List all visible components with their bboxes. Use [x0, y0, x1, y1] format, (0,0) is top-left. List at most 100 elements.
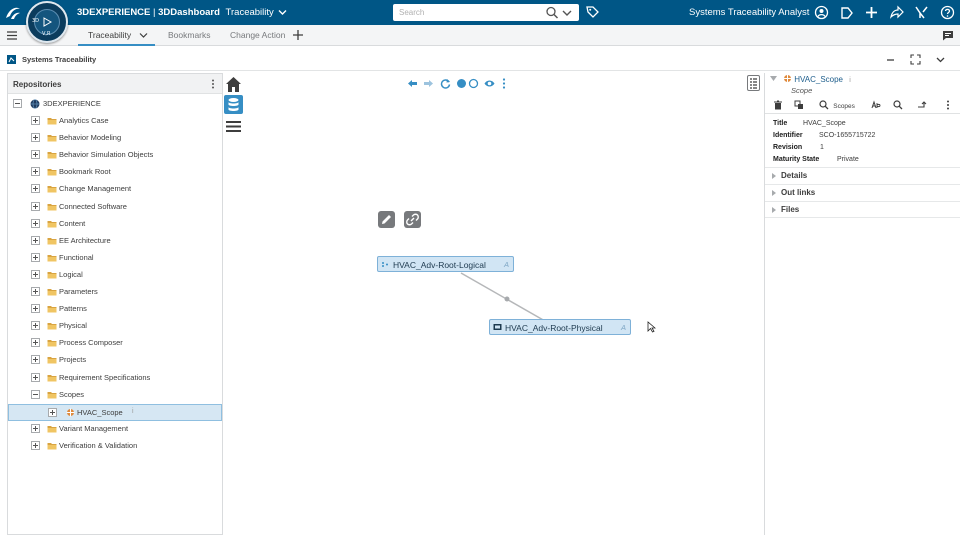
tree-item[interactable]: Process Composer — [8, 335, 222, 351]
tree-item[interactable]: Content — [8, 216, 222, 232]
add-tab-icon[interactable] — [292, 29, 304, 41]
expand-icon[interactable] — [31, 373, 40, 382]
expand-icon[interactable] — [31, 287, 40, 296]
attribute-value[interactable]: Private — [837, 156, 859, 163]
attribute-label: Identifier — [773, 132, 803, 139]
tree-item[interactable]: Bookmark Root — [8, 164, 222, 180]
expand-icon[interactable] — [31, 150, 40, 159]
help-icon[interactable] — [940, 5, 955, 20]
tree-root-3dexperience[interactable]: 3DEXPERIENCE — [8, 96, 222, 112]
graph-canvas[interactable]: HVAC_Adv-Root-Logical A HVAC_Adv-Root-Ph… — [243, 73, 763, 535]
expand-icon[interactable] — [31, 441, 40, 450]
graph-edges — [460, 272, 546, 322]
expand-icon[interactable] — [31, 321, 40, 330]
compass-icon[interactable]: 3D V,R — [26, 1, 68, 43]
widget-menu-chevron-icon[interactable] — [935, 54, 946, 65]
search-icon[interactable] — [545, 6, 559, 19]
tree-item[interactable]: Change Management — [8, 181, 222, 197]
expand-icon[interactable] — [31, 202, 40, 211]
more-vertical-icon[interactable] — [946, 100, 950, 110]
tree-item[interactable]: Connected Software — [8, 199, 222, 215]
home-button[interactable] — [224, 75, 243, 94]
list-view-button[interactable] — [224, 117, 243, 136]
more-vertical-icon[interactable] — [211, 79, 215, 89]
chat-icon[interactable] — [942, 30, 954, 41]
collapse-triangle-icon[interactable] — [770, 76, 777, 82]
expand-icon[interactable] — [31, 355, 40, 364]
tab-change-action[interactable]: Change Action — [230, 30, 285, 40]
database-button[interactable] — [224, 95, 243, 114]
dassault-logo-icon[interactable] — [3, 4, 23, 22]
share-tag-icon[interactable] — [839, 5, 854, 20]
search-input[interactable] — [399, 7, 539, 18]
chevron-down-icon[interactable] — [278, 9, 287, 16]
tree-item[interactable]: Analytics Case — [8, 113, 222, 129]
graph-node-physical[interactable]: HVAC_Adv-Root-Physical A — [489, 319, 631, 335]
user-role-label[interactable]: Systems Traceability Analyst — [689, 7, 809, 18]
folder-icon — [47, 373, 57, 382]
tag-icon[interactable] — [585, 5, 600, 20]
tree-item[interactable]: Requirement Specifications — [8, 370, 222, 386]
object-title[interactable]: HVAC_Scope i — [783, 74, 851, 84]
expand-icon[interactable] — [31, 133, 40, 142]
tree-item[interactable]: Projects — [8, 352, 222, 368]
copy-icon[interactable] — [794, 100, 804, 110]
expand-icon[interactable] — [31, 116, 40, 125]
properties-toggle-button[interactable] — [747, 75, 760, 91]
info-icon[interactable]: i — [132, 408, 134, 415]
graph-node-logical[interactable]: HVAC_Adv-Root-Logical A — [377, 256, 514, 272]
scopes-button[interactable]: Scopes — [819, 100, 855, 110]
expand-icon[interactable] — [48, 408, 57, 417]
apps-compass-icon[interactable] — [914, 5, 929, 20]
edge-handle[interactable] — [504, 296, 510, 302]
expand-icon[interactable] — [31, 219, 40, 228]
section-details[interactable]: Details — [765, 167, 960, 184]
tree-item[interactable]: Logical — [8, 267, 222, 283]
share-icon[interactable] — [889, 5, 904, 20]
attribute-value[interactable]: 1 — [820, 144, 824, 151]
section-out-links[interactable]: Out links — [765, 184, 960, 201]
collapse-icon[interactable] — [13, 99, 22, 108]
tab-traceability[interactable]: Traceability — [88, 30, 148, 40]
graph-edge[interactable] — [460, 272, 546, 322]
search-icon[interactable] — [893, 100, 903, 110]
maximize-icon[interactable] — [910, 54, 921, 65]
tree-item[interactable]: Functional — [8, 250, 222, 266]
tree-item[interactable]: EE Architecture — [8, 233, 222, 249]
app-title[interactable]: 3DEXPERIENCE | 3DDashboard Traceability — [77, 7, 287, 18]
trash-icon[interactable] — [773, 100, 783, 110]
expand-icon[interactable] — [31, 338, 40, 347]
repositories-title: Repositories — [13, 80, 62, 89]
expand-icon[interactable] — [31, 253, 40, 262]
tree-item[interactable]: Verification & Validation — [8, 438, 222, 454]
object-info-icon[interactable]: i — [849, 77, 851, 84]
section-files[interactable]: Files — [765, 201, 960, 218]
tree-item[interactable]: Behavior Modeling — [8, 130, 222, 146]
tree-item[interactable]: Parameters — [8, 284, 222, 300]
expand-icon[interactable] — [31, 236, 40, 245]
expand-icon[interactable] — [31, 304, 40, 313]
expand-icon[interactable] — [31, 424, 40, 433]
search-options-chevron-icon[interactable] — [561, 8, 573, 18]
attribute-value[interactable]: HVAC_Scope — [803, 120, 846, 127]
abc-rename-icon[interactable] — [871, 100, 881, 110]
tree-item[interactable]: Physical — [8, 318, 222, 334]
expand-icon[interactable] — [31, 167, 40, 176]
chevron-down-icon[interactable] — [139, 32, 148, 39]
expand-icon[interactable] — [31, 184, 40, 193]
tree-item[interactable]: Scopes — [8, 387, 222, 403]
add-icon[interactable] — [864, 5, 879, 20]
expand-icon[interactable] — [31, 270, 40, 279]
tree-item-hvac-scope[interactable]: HVAC_Scope i — [8, 404, 222, 421]
collapse-icon[interactable] — [31, 390, 40, 399]
tab-bookmarks[interactable]: Bookmarks — [168, 30, 211, 40]
attribute-value[interactable]: SCO-1655715722 — [819, 132, 875, 139]
tree-item[interactable]: Variant Management — [8, 421, 222, 437]
hamburger-menu-icon[interactable] — [6, 30, 18, 41]
tree-item[interactable]: Patterns — [8, 301, 222, 317]
tree-item[interactable]: Behavior Simulation Objects — [8, 147, 222, 163]
user-profile-icon[interactable] — [814, 5, 829, 20]
folder-icon — [47, 355, 57, 364]
minimize-icon[interactable] — [885, 54, 896, 65]
transfer-icon[interactable] — [917, 100, 927, 110]
